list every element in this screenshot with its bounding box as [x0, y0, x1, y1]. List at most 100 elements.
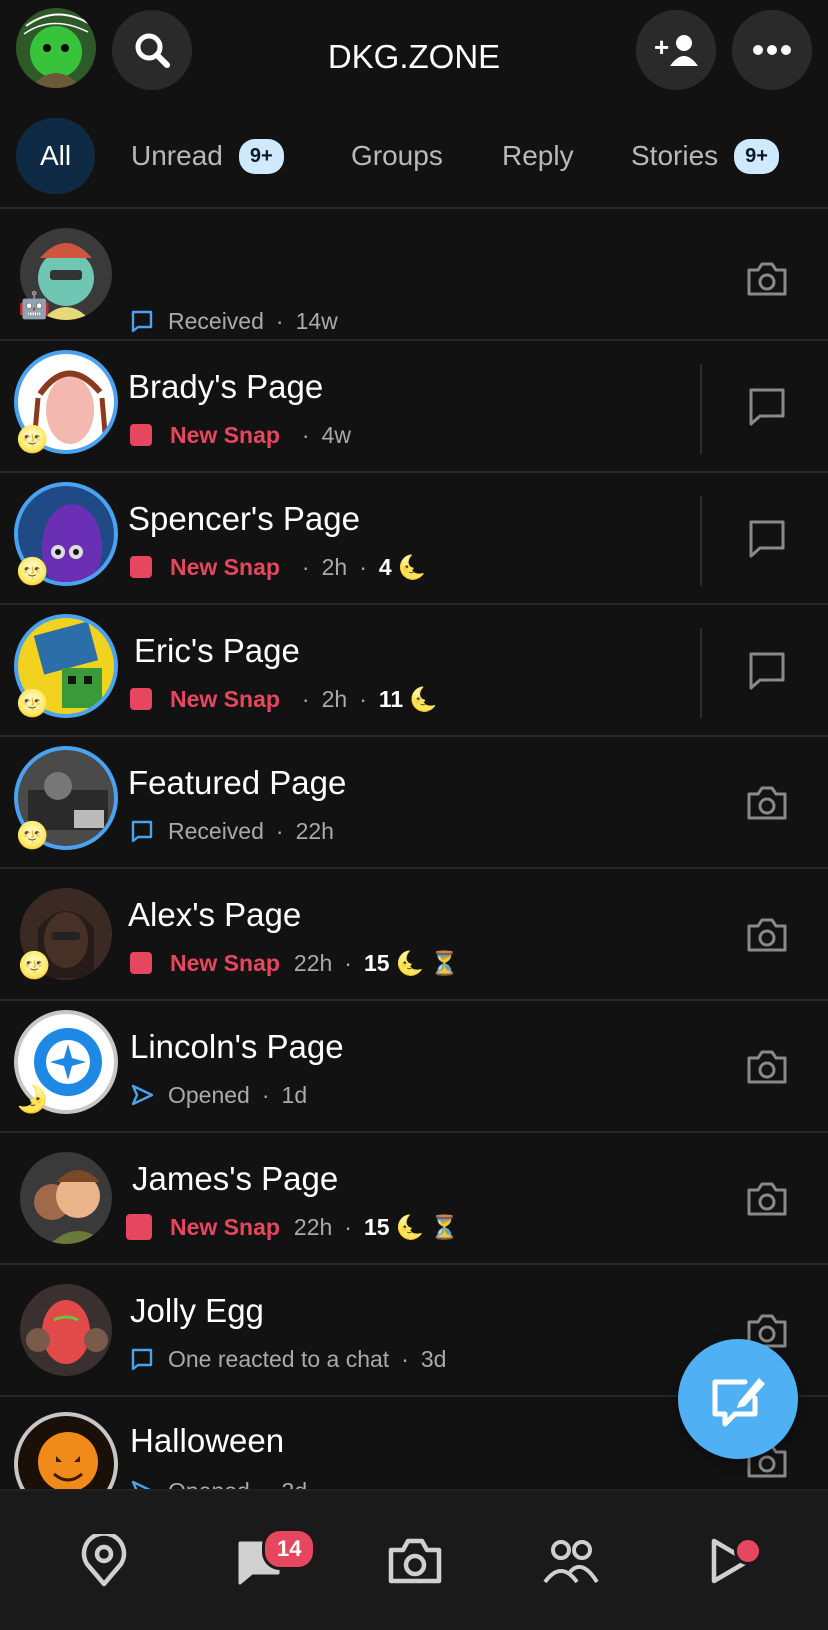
chat-bubble-icon [130, 819, 154, 843]
tab-label: Reply [502, 140, 574, 171]
chat-name: Lincoln's Page [130, 1028, 344, 1065]
chat-status: Received · 22h [130, 814, 334, 848]
divider [700, 496, 702, 586]
unread-chat-badge: 14 [262, 1528, 317, 1570]
more-button[interactable] [732, 10, 812, 90]
add-friend-button[interactable]: + [636, 10, 716, 90]
sent-arrow-icon [130, 1479, 154, 1489]
tab-reply[interactable]: Reply [502, 118, 574, 194]
avatar [14, 1412, 118, 1489]
chat-row[interactable]: James's Page New Snap 22h · 15 🌜 ⏳ [0, 1134, 828, 1264]
camera-icon[interactable] [744, 256, 790, 302]
divider [700, 364, 702, 454]
divider [0, 1131, 828, 1133]
filter-tabs: All Unread 9+ Groups Reply Stories 9+ [0, 118, 828, 194]
avatar [20, 1152, 112, 1244]
status-text: New Snap [170, 685, 280, 712]
chat-icon[interactable] [744, 516, 790, 562]
friend-emoji: 🌝 [18, 950, 51, 980]
friend-emoji: 🤖 [18, 290, 51, 320]
streak-count: 15 [363, 949, 390, 976]
chat-status: New Snap · 2h · 11 🌜 [130, 682, 438, 716]
tab-label: Groups [351, 140, 443, 171]
tab-unread[interactable]: Unread 9+ [131, 118, 284, 194]
status-time: 2h [321, 685, 348, 712]
status-time: 2h [321, 553, 348, 580]
map-icon [81, 1534, 127, 1587]
tab-stories[interactable]: Stories 9+ [631, 118, 779, 194]
friends-icon [543, 1540, 599, 1584]
friend-emoji: 🌝 [16, 688, 49, 718]
chat-row[interactable]: 🤖 Received · 14w [0, 210, 828, 340]
divider [700, 628, 702, 718]
status-time: 14w [295, 307, 338, 334]
add-friend-icon: + [654, 32, 698, 66]
divider [0, 999, 828, 1001]
streak-emoji: 🌜 [409, 685, 438, 712]
chat-name: Brady's Page [128, 368, 324, 405]
status-text: Received [168, 817, 264, 844]
chat-name: Alex's Page [128, 896, 302, 933]
tab-label: Unread [131, 140, 223, 171]
status-time: 22h [293, 949, 333, 976]
chat-row[interactable]: 🌝 Eric's Page New Snap · 2h · 11 🌜 [0, 606, 828, 736]
chat-name: Jolly Egg [130, 1292, 264, 1329]
chat-status: Received · 14w [130, 304, 338, 338]
chat-name: Featured Page [128, 764, 347, 801]
hourglass-icon: ⏳ [430, 949, 459, 976]
tab-label: All [40, 140, 72, 171]
snap-square-icon [130, 424, 152, 446]
tab-label: Stories [631, 140, 719, 171]
chat-name: Halloween [130, 1422, 285, 1459]
friend-emoji: 🌝 [16, 424, 49, 454]
status-time: 1d [281, 1081, 308, 1108]
top-bar: DKG.ZONE + [0, 0, 828, 100]
divider [0, 1263, 828, 1265]
streak-count: 15 [363, 1213, 390, 1240]
status-text: New Snap [170, 421, 280, 448]
chat-icon[interactable] [744, 384, 790, 430]
chat-row[interactable]: 🌝 Spencer's Page New Snap · 2h · 4 🌜 [0, 474, 828, 604]
new-chat-button[interactable] [678, 1339, 798, 1459]
status-text: New Snap [170, 1213, 280, 1240]
chat-name: Eric's Page [134, 632, 300, 669]
chat-status: New Snap · 2h · 4 🌜 [130, 550, 426, 584]
chat-status: New Snap 22h · 15 🌜 ⏳ [126, 1210, 459, 1244]
friends-tab[interactable] [541, 1531, 601, 1591]
map-tab[interactable] [74, 1531, 134, 1591]
divider [0, 735, 828, 737]
tab-groups[interactable]: Groups [351, 118, 443, 194]
tab-all[interactable]: All [16, 118, 96, 194]
divider [0, 867, 828, 869]
camera-icon[interactable] [744, 1176, 790, 1222]
svg-text:+: + [654, 32, 669, 62]
camera-tab[interactable] [385, 1531, 445, 1591]
streak-count: 11 [378, 685, 404, 712]
friend-emoji: 🌝 [16, 556, 49, 586]
chat-row[interactable]: 🌝 Alex's Page New Snap 22h · 15 🌜 ⏳ [0, 870, 828, 1000]
snap-square-icon [130, 952, 152, 974]
friend-emoji: 🌛 [16, 1084, 49, 1114]
spotlight-notification-dot [734, 1537, 762, 1565]
chat-row[interactable]: 🌝 Brady's Page New Snap · 4w [0, 342, 828, 472]
bottom-nav [0, 1489, 828, 1630]
status-text: Opened [168, 1478, 250, 1490]
status-text: Received [168, 307, 264, 334]
divider [0, 471, 828, 473]
snap-square-icon [130, 556, 152, 578]
camera-icon[interactable] [744, 1044, 790, 1090]
status-time: 3d [420, 1345, 447, 1372]
camera-icon[interactable] [744, 912, 790, 958]
hourglass-icon: ⏳ [430, 1213, 459, 1240]
chat-bubble-icon [130, 309, 154, 333]
streak-emoji: 🌜 [395, 949, 425, 976]
status-time: 22h [293, 1213, 333, 1240]
chat-row[interactable]: 🌛 Lincoln's Page Opened · 1d [0, 1002, 828, 1132]
friend-emoji: 🌝 [16, 820, 49, 850]
camera-icon[interactable] [744, 780, 790, 826]
chat-bubble-icon [130, 1347, 154, 1371]
chat-icon[interactable] [744, 648, 790, 694]
status-time: 22h [295, 817, 334, 844]
unread-badge: 9+ [238, 138, 284, 174]
chat-row[interactable]: 🌝 Featured Page Received · 22h [0, 738, 828, 868]
